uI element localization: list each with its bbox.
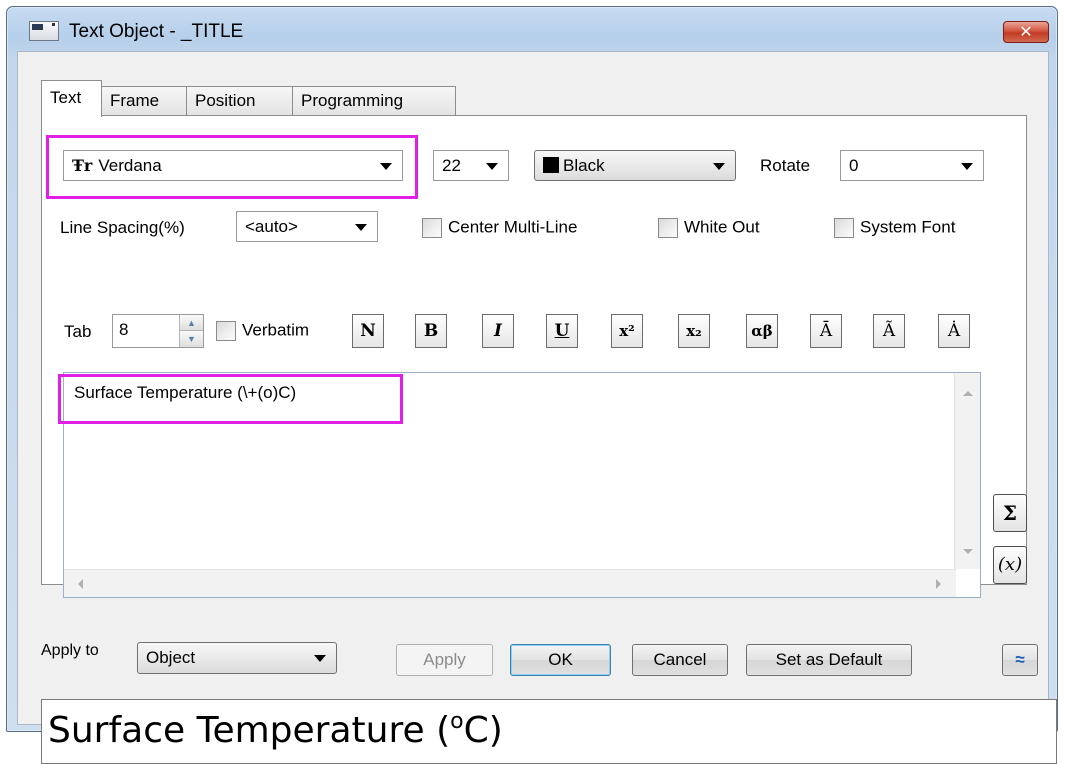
dot-button[interactable]: Ȧ: [938, 314, 970, 348]
cancel-button[interactable]: Cancel: [632, 644, 728, 676]
tab-position[interactable]: Position: [186, 86, 293, 116]
chevron-down-icon: [486, 163, 498, 170]
font-type-icon: Ŧr: [72, 156, 93, 175]
apply-to-value: Object: [146, 648, 196, 667]
font-size-select[interactable]: 22: [433, 150, 509, 181]
font-name: Verdana: [98, 156, 162, 175]
tab-stop-value: 8: [119, 320, 129, 339]
checkbox-box: [658, 217, 678, 238]
preview-text-end: C): [463, 710, 503, 751]
italic-button[interactable]: I: [482, 314, 514, 348]
scroll-down-icon[interactable]: [963, 549, 973, 554]
spin-down-icon[interactable]: ▼: [179, 331, 203, 347]
font-select[interactable]: Ŧr Verdana: [63, 150, 403, 181]
checkbox-label: System Font: [860, 217, 956, 237]
tab-frame[interactable]: Frame: [101, 86, 187, 116]
dialog-client-area: Text Frame Position Programming Ŧr Verdan…: [17, 51, 1057, 764]
rotate-value: 0: [849, 156, 859, 175]
scroll-up-icon[interactable]: [963, 391, 973, 396]
sigma-button[interactable]: Σ: [993, 494, 1027, 532]
subscript-button[interactable]: x₂: [678, 314, 710, 348]
window-title: Text Object - _TITLE: [69, 21, 244, 42]
rotate-label: Rotate: [760, 156, 811, 175]
dialog-window: Text Object - _TITLE ✕ Text Frame Positi…: [6, 6, 1058, 764]
checkbox-box: [834, 217, 854, 238]
variable-button[interactable]: (x): [993, 546, 1027, 584]
checkbox-label: Verbatim: [242, 320, 310, 340]
center-multiline-checkbox[interactable]: Center Multi-Line: [422, 217, 577, 241]
set-as-default-button[interactable]: Set as Default: [746, 644, 912, 676]
chevron-down-icon: [355, 224, 367, 231]
verbatim-checkbox[interactable]: Verbatim: [216, 320, 309, 344]
apply-button[interactable]: Apply: [396, 644, 493, 676]
preview-superscript: o: [450, 709, 464, 734]
app-window-icon: [29, 21, 59, 41]
text-preview: Surface Temperature (oC): [41, 699, 1057, 764]
horizontal-scrollbar[interactable]: [64, 569, 956, 597]
collapse-icon[interactable]: ≈: [1002, 644, 1038, 676]
title-bar[interactable]: Text Object - _TITLE ✕: [7, 7, 1057, 43]
line-spacing-value: <auto>: [245, 217, 298, 236]
normal-button[interactable]: N: [352, 314, 384, 348]
underline-button[interactable]: U: [546, 314, 578, 348]
ok-button[interactable]: OK: [510, 644, 611, 676]
tab-stop-spinner[interactable]: 8 ▲ ▼: [112, 314, 204, 348]
preview-text: Surface Temperature (: [48, 710, 451, 751]
checkbox-label: Center Multi-Line: [448, 217, 578, 237]
tilde-button[interactable]: Ã: [873, 314, 905, 348]
color-swatch: [543, 157, 559, 173]
checkbox-label: White Out: [684, 217, 760, 237]
rotate-select[interactable]: 0: [840, 150, 984, 181]
white-out-checkbox[interactable]: White Out: [658, 217, 760, 241]
greek-button[interactable]: αβ: [746, 314, 778, 348]
tab-text[interactable]: Text: [41, 80, 102, 117]
overbar-button[interactable]: Ā: [810, 314, 842, 348]
scroll-right-icon[interactable]: [936, 579, 941, 589]
apply-to-select[interactable]: Object: [137, 642, 337, 674]
text-highlight-box: [58, 374, 403, 424]
chevron-down-icon: [961, 163, 973, 170]
apply-to-label: Apply to: [41, 642, 99, 659]
close-button[interactable]: ✕: [1003, 21, 1049, 43]
tab-programming[interactable]: Programming: [292, 86, 456, 116]
vertical-scrollbar[interactable]: [954, 373, 980, 569]
chevron-down-icon: [380, 163, 392, 170]
line-spacing-label: Line Spacing(%): [60, 218, 185, 237]
line-spacing-select[interactable]: <auto>: [236, 211, 378, 242]
chevron-down-icon: [713, 163, 725, 170]
font-size-value: 22: [442, 156, 461, 175]
bold-button[interactable]: B: [415, 314, 447, 348]
checkbox-box: [422, 217, 442, 238]
checkbox-box: [216, 320, 236, 341]
tab-stop-label: Tab: [64, 322, 92, 341]
superscript-button[interactable]: x²: [611, 314, 643, 348]
color-name: Black: [563, 156, 605, 175]
chevron-down-icon: [314, 655, 326, 662]
system-font-checkbox[interactable]: System Font: [834, 217, 955, 241]
scroll-left-icon[interactable]: [78, 579, 83, 589]
spin-up-icon[interactable]: ▲: [179, 315, 203, 331]
color-select[interactable]: Black: [534, 150, 736, 181]
